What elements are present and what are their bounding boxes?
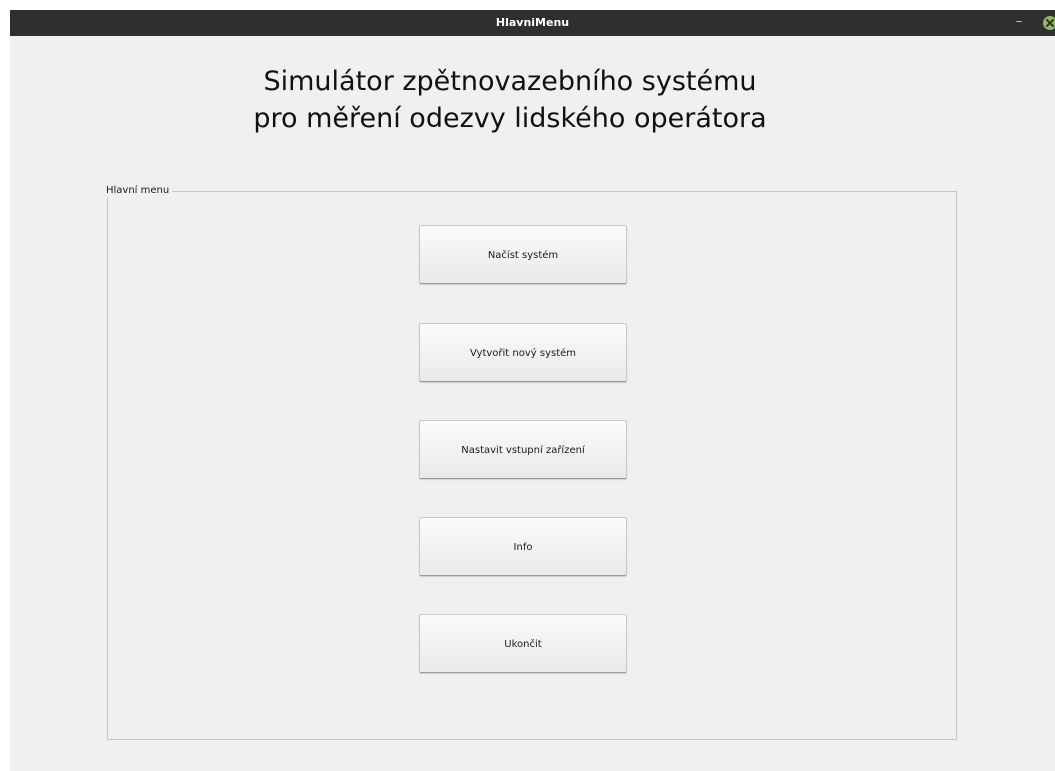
minimize-button[interactable]: –: [1012, 10, 1026, 36]
app-title-line-2: pro měření odezvy lidského operátora: [253, 103, 767, 134]
load-system-button[interactable]: Načíst systém: [419, 225, 627, 284]
main-menu-group-title: Hlavní menu: [103, 184, 173, 198]
create-new-system-button[interactable]: Vytvořit nový systém: [419, 323, 627, 382]
window-title: HlavniMenu: [495, 16, 570, 29]
set-input-devices-button[interactable]: Nastavit vstupní zařízení: [419, 420, 627, 479]
title-bar[interactable]: HlavniMenu –: [10, 10, 1055, 36]
app-title-line-1: Simulátor zpětnovazebního systému: [263, 66, 757, 97]
info-button[interactable]: Info: [419, 517, 627, 576]
main-window: HlavniMenu – Simulátor zpětnovazebního s…: [10, 10, 1055, 771]
close-icon[interactable]: [1043, 16, 1055, 30]
quit-button[interactable]: Ukončit: [419, 614, 627, 673]
